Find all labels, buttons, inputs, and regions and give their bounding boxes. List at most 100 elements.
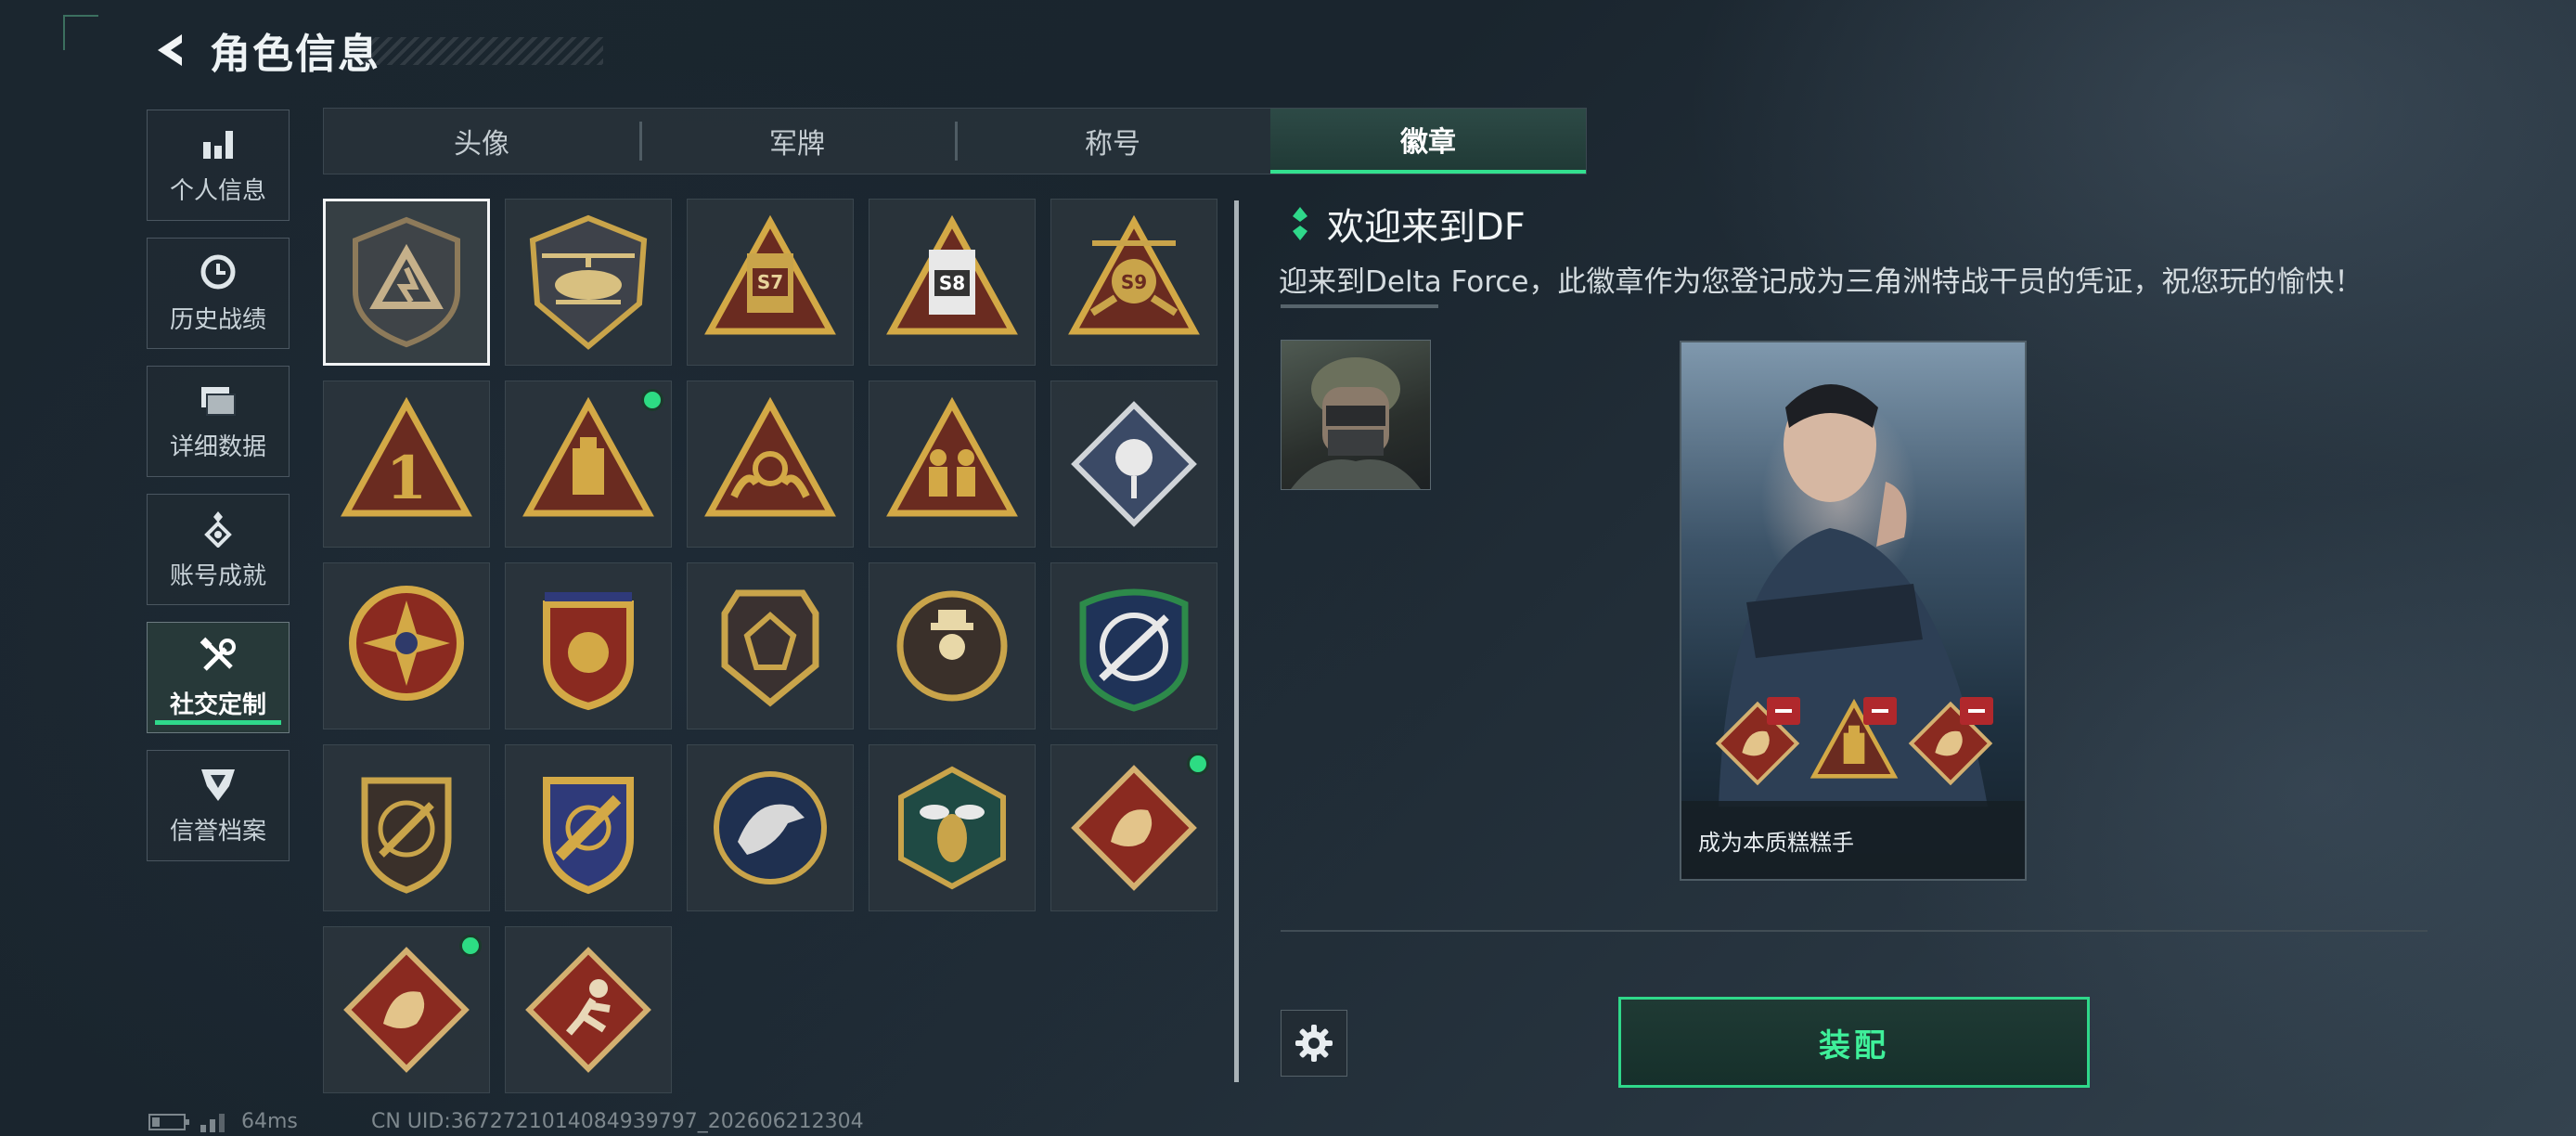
sidebar-item-social-custom[interactable]: 社交定制 [147, 622, 290, 733]
corner-mark [63, 15, 98, 50]
s8-badge-icon: S8 [886, 214, 1018, 335]
ping-value: 64ms [241, 1110, 298, 1133]
badge-slot-rocket-crest[interactable] [505, 744, 672, 911]
page-title: 角色信息 [210, 31, 380, 78]
remove-badge-button[interactable] [1960, 697, 1993, 725]
sidebar-item-history[interactable]: 历史战绩 [147, 238, 290, 349]
back-arrow-icon[interactable] [148, 27, 195, 73]
badge-slot-hat-figure[interactable] [869, 562, 1036, 729]
sidebar-item-achievements[interactable]: 账号成就 [147, 494, 290, 605]
badge-slot-eagle[interactable] [687, 744, 854, 911]
signal-icon [200, 1113, 225, 1132]
badge-slot-soldiers[interactable] [869, 381, 1036, 548]
badge-slot-hands[interactable] [687, 381, 854, 548]
badge-slot-s8[interactable]: S8 [869, 199, 1036, 366]
badge-slot-star-compass[interactable] [323, 562, 490, 729]
tab-avatar[interactable]: 头像 [324, 109, 639, 174]
soldiers-badge-icon [886, 396, 1018, 517]
tab-title[interactable]: 称号 [955, 109, 1270, 174]
badge-slot-s9[interactable]: S9 [1050, 199, 1217, 366]
usb-badge-icon [522, 396, 654, 517]
uid-text: CN UID:3672721014084939797_202606212304 [371, 1110, 864, 1133]
sidebar-item-label: 信誉档案 [169, 817, 266, 846]
sidebar-item-reputation[interactable]: 信誉档案 [147, 750, 290, 861]
equipped-badge-slot-3[interactable] [1904, 697, 1997, 790]
sidebar: 个人信息 历史战绩 详细数据 账号成就 社交定制 信誉档案 [147, 110, 291, 878]
s9-badge-icon: S9 [1068, 214, 1200, 335]
dragon-badge-icon [343, 947, 470, 1073]
hands-badge-icon [704, 396, 836, 517]
preview-caption-bar: 成为本质糕糕手 [1681, 801, 2025, 879]
equipped-badge-slot-2[interactable] [1808, 697, 1900, 790]
gear-icon [1295, 1025, 1333, 1062]
badge-slot-wasp[interactable] [869, 744, 1036, 911]
badge-slot-dragon-2[interactable] [323, 926, 490, 1093]
sidebar-item-label: 历史战绩 [169, 305, 266, 334]
crosshair-rifle-badge-icon [1079, 588, 1189, 712]
achievement-icon [204, 510, 232, 548]
sidebar-item-label: 个人信息 [169, 176, 266, 205]
sidebar-item-label: 社交定制 [169, 691, 266, 719]
diamond-bullet-icon [1293, 207, 1307, 240]
badge-slot-crosshair-rifle[interactable] [1050, 562, 1217, 729]
hat-figure-badge-icon [896, 590, 1008, 702]
tab-badge[interactable]: 徽章 [1270, 109, 1586, 174]
player-avatar[interactable] [1281, 340, 1431, 490]
divider [1281, 930, 2428, 932]
remove-badge-button[interactable] [1863, 697, 1897, 725]
description-underline [1281, 304, 1438, 308]
badge-slot-dragon[interactable] [1050, 744, 1217, 911]
badge-slot-gem-shield[interactable] [687, 562, 854, 729]
battery-icon [148, 1113, 189, 1130]
new-indicator-dot [1187, 753, 1209, 775]
header: 角色信息 [148, 22, 380, 78]
sidebar-item-label: 详细数据 [169, 432, 266, 461]
rocket-crest-badge-icon [543, 777, 634, 895]
svg-text:1: 1 [386, 444, 428, 513]
detail-header: 欢迎来到DF [1290, 197, 1526, 251]
settings-button[interactable] [1281, 1010, 1347, 1077]
character-preview-card: 成为本质糕糕手 [1680, 341, 2027, 881]
equip-button[interactable]: 装配 [1618, 997, 2090, 1088]
tab-dog-tag[interactable]: 军牌 [639, 109, 955, 174]
new-indicator-dot [641, 389, 663, 411]
gem-shield-badge-icon [721, 589, 819, 707]
badge-slot-rank-1[interactable]: 1 [323, 381, 490, 548]
badge-slot-winged-crest[interactable] [505, 562, 672, 729]
svg-text:S9: S9 [1121, 271, 1147, 293]
badge-grid: S7 S8 S9 1 [323, 199, 1217, 1093]
helicopter-badge-icon [529, 214, 648, 350]
status-bar: 64ms [148, 1110, 298, 1133]
soldier-portrait [1291, 357, 1421, 489]
tools-icon [200, 637, 236, 671]
badge-slot-rifle-shield[interactable] [323, 744, 490, 911]
bar-chart-icon [203, 130, 233, 159]
badge-slot-usb[interactable] [505, 381, 672, 548]
eagle-badge-icon [714, 771, 827, 884]
sidebar-item-personal-info[interactable]: 个人信息 [147, 110, 290, 221]
title-decoration [362, 37, 603, 65]
equipped-badge-slot-1[interactable] [1711, 697, 1804, 790]
preview-caption: 成为本质糕糕手 [1698, 829, 1854, 856]
delta-force-badge-icon [353, 216, 460, 348]
badge-slot-s7[interactable]: S7 [687, 199, 854, 366]
wasp-badge-icon [898, 766, 1006, 890]
shield-emblem-icon [201, 768, 235, 801]
svg-text:S8: S8 [939, 272, 965, 294]
badge-slot-welcome[interactable] [323, 199, 490, 366]
svg-text:S7: S7 [757, 271, 783, 293]
folder-icon [201, 386, 236, 416]
runner-badge-icon [525, 947, 651, 1073]
badge-slot-rose[interactable] [1050, 381, 1217, 548]
new-indicator-dot [459, 935, 482, 957]
winged-crest-badge-icon [543, 592, 634, 711]
badge-slot-runner[interactable] [505, 926, 672, 1093]
sidebar-item-detailed-data[interactable]: 详细数据 [147, 366, 290, 477]
rank-1-badge-icon: 1 [341, 396, 472, 517]
badge-description: 迎来到Delta Force，此徽章作为您登记成为三角洲特战干员的凭证，祝您玩的… [1279, 265, 2363, 299]
badge-grid-scrollbar[interactable] [1234, 200, 1239, 1082]
star-compass-badge-icon [349, 586, 464, 701]
badge-slot-helicopter[interactable] [505, 199, 672, 366]
s7-badge-icon: S7 [704, 214, 836, 335]
remove-badge-button[interactable] [1767, 697, 1800, 725]
